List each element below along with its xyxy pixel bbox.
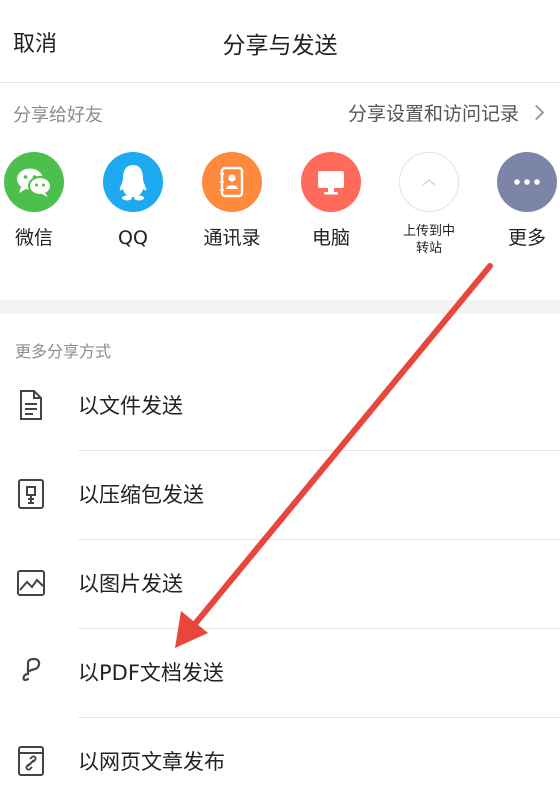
option-send-as-image[interactable]: 以图片发送 xyxy=(0,540,560,629)
option-send-as-pdf[interactable]: 以PDF文档发送 xyxy=(0,629,560,718)
more-share-methods-title: 更多分享方式 xyxy=(15,342,112,361)
computer-icon xyxy=(301,152,361,212)
share-to-friends-label: 分享给好友 xyxy=(13,105,103,126)
image-icon xyxy=(16,566,46,600)
share-target-label: 上传到中转站 xyxy=(402,224,455,256)
wechat-icon xyxy=(4,152,64,212)
share-target-wechat[interactable]: 微信 xyxy=(0,152,79,249)
archive-icon xyxy=(16,477,46,511)
share-target-label: 电脑 xyxy=(311,227,350,249)
share-target-label: 更多 xyxy=(507,227,546,249)
page-title: 分享与发送 xyxy=(222,33,338,59)
pdf-icon xyxy=(16,655,46,689)
share-target-label: 通讯录 xyxy=(203,227,261,249)
share-targets-row: 微信 QQ 通讯录 电脑 上传到中转站 更多 xyxy=(0,152,560,292)
option-label: 以网页文章发布 xyxy=(78,750,225,774)
share-settings-link[interactable]: 分享设置和访问记录 xyxy=(347,99,545,126)
share-settings-label: 分享设置和访问记录 xyxy=(347,103,519,125)
share-to-friends-bar: 分享给好友 分享设置和访问记录 xyxy=(0,82,560,144)
option-send-as-file[interactable]: 以文件发送 xyxy=(0,362,560,451)
share-target-label: QQ xyxy=(118,227,148,249)
share-target-computer[interactable]: 电脑 xyxy=(286,152,376,249)
section-divider xyxy=(0,300,560,314)
more-icon xyxy=(497,152,557,212)
share-target-contacts[interactable]: 通讯录 xyxy=(187,152,277,249)
share-target-qq[interactable]: QQ xyxy=(88,152,178,249)
share-target-more[interactable]: 更多 xyxy=(482,152,560,249)
option-label: 以图片发送 xyxy=(78,572,183,596)
chevron-right-icon xyxy=(528,104,545,121)
share-target-label: 微信 xyxy=(14,227,53,249)
option-send-as-archive[interactable]: 以压缩包发送 xyxy=(0,451,560,540)
option-label: 以PDF文档发送 xyxy=(78,661,224,685)
contacts-icon xyxy=(202,152,262,212)
option-label: 以文件发送 xyxy=(78,394,183,418)
document-icon xyxy=(16,388,46,422)
header: 取消 分享与发送 xyxy=(0,0,560,83)
option-publish-as-webpage[interactable]: 以网页文章发布 xyxy=(0,718,560,807)
cancel-button[interactable]: 取消 xyxy=(13,26,57,58)
share-target-upload-transfer[interactable]: 上传到中转站 xyxy=(384,152,474,257)
qq-icon xyxy=(103,152,163,212)
upload-transfer-icon xyxy=(399,152,459,212)
webpage-icon xyxy=(16,744,46,778)
option-label: 以压缩包发送 xyxy=(78,483,204,507)
